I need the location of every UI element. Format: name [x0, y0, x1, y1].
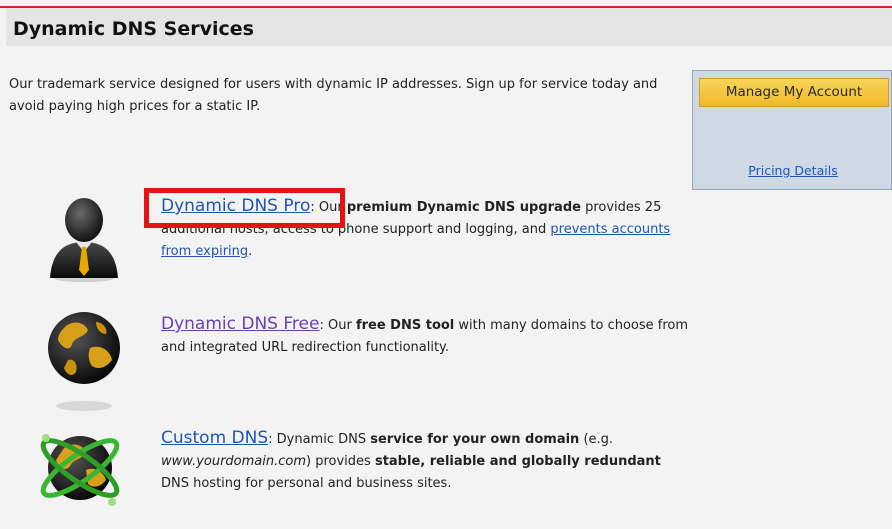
page-title: Dynamic DNS Services [13, 18, 254, 40]
service-bold-text: free DNS tool [355, 318, 455, 333]
service-bold-text: stable, reliable and globally redundant [374, 454, 661, 469]
service-bold-text: premium Dynamic DNS upgrade [346, 200, 581, 215]
service-text: . [248, 244, 253, 259]
service-bold-text: service for your own domain [370, 432, 580, 447]
service-dynamic-dns-free: Dynamic DNS Free: Our free DNS tool with… [161, 313, 691, 359]
orbit-globe-icon [40, 434, 120, 506]
globe-icon [48, 312, 120, 411]
pricing-details-link[interactable]: Pricing Details [693, 163, 892, 178]
service-text: : Dynamic DNS [268, 432, 371, 447]
service-text: ) provides [306, 454, 375, 469]
manage-account-button[interactable]: Manage My Account [699, 78, 889, 107]
service-text: : Our [319, 318, 356, 333]
businessman-icon [50, 198, 118, 282]
service-text: : Our [310, 200, 347, 215]
intro-line-2: avoid paying high prices for a static IP… [9, 99, 261, 114]
account-panel: Manage My Account Pricing Details [692, 70, 892, 190]
custom-dns-link[interactable]: Custom DNS [161, 428, 268, 448]
service-text: (e.g. [579, 432, 614, 447]
service-dynamic-dns-pro: Dynamic DNS Pro: Our premium Dynamic DNS… [161, 195, 691, 263]
dynamic-dns-pro-link[interactable]: Dynamic DNS Pro [161, 196, 310, 216]
page-header: Dynamic DNS Services [6, 8, 892, 46]
dynamic-dns-free-link[interactable]: Dynamic DNS Free [161, 314, 319, 334]
service-custom-dns: Custom DNS: Dynamic DNS service for your… [161, 427, 691, 495]
intro-text: Our trademark service designed for users… [9, 74, 679, 118]
intro-line-1: Our trademark service designed for users… [9, 77, 658, 92]
service-text: DNS hosting for personal and business si… [161, 476, 452, 491]
example-domain-text: www.yourdomain.com [161, 454, 307, 469]
